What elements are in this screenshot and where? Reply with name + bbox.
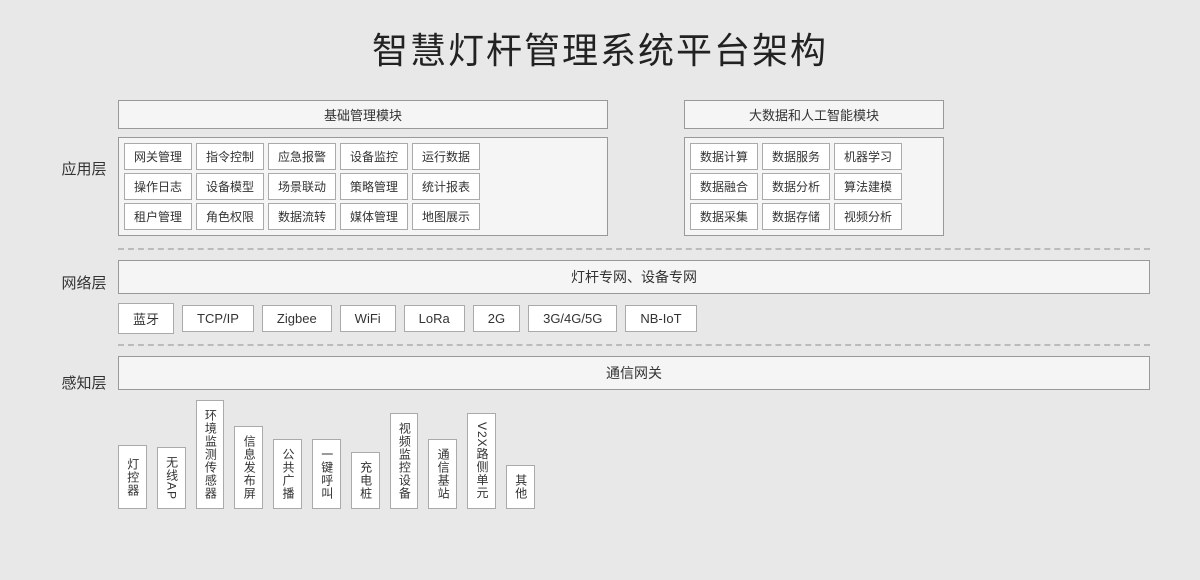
cell-media-mgmt: 媒体管理: [340, 203, 408, 230]
cell-ml: 机器学习: [834, 143, 902, 170]
app-modules-container: 网关管理 指令控制 应急报警 设备监控 运行数据 操作日志 设备模型 场景联动 …: [118, 137, 1150, 236]
cell-run-data: 运行数据: [412, 143, 480, 170]
application-layer-label: 应用层: [50, 158, 118, 179]
cell-stat-report: 统计报表: [412, 173, 480, 200]
application-layer-content: 基础管理模块 大数据和人工智能模块 网关管理 指令控制 应急报警 设备监控 运行…: [118, 100, 1150, 236]
cell-data-calc: 数据计算: [690, 143, 758, 170]
perception-v2x: V2X路侧单元: [467, 413, 496, 509]
protocol-bluetooth: 蓝牙: [118, 303, 174, 334]
cell-data-service: 数据服务: [762, 143, 830, 170]
cell-data-analysis: 数据分析: [762, 173, 830, 200]
cell-device-model: 设备模型: [196, 173, 264, 200]
protocol-zigbee: Zigbee: [262, 305, 332, 332]
cell-role-perm: 角色权限: [196, 203, 264, 230]
separator-app-network: [118, 248, 1150, 250]
perception-lamp-ctrl: 灯控器: [118, 445, 147, 509]
network-layer-row: 网络层 灯杆专网、设备专网 蓝牙 TCP/IP Zigbee WiFi LoRa…: [50, 254, 1150, 340]
perception-other: 其他: [506, 465, 535, 509]
cell-data-storage: 数据存储: [762, 203, 830, 230]
cell-data-flow: 数据流转: [268, 203, 336, 230]
protocol-345g: 3G/4G/5G: [528, 305, 617, 332]
perception-video-ctrl: 视频监控设备: [390, 413, 419, 509]
perception-env-sensor: 环境监测传感器: [196, 400, 225, 509]
perception-wireless-ap: 无线AP: [157, 447, 186, 509]
perception-broadcast: 公共广播: [273, 439, 302, 509]
network-layer-label: 网络层: [50, 260, 118, 293]
cell-cmd-ctrl: 指令控制: [196, 143, 264, 170]
perception-layer-content: 通信网关 灯控器 无线AP 环境监测传感器 信息发布屏 公共广播 一键呼叫 充电…: [118, 356, 1150, 509]
perception-items-row: 灯控器 无线AP 环境监测传感器 信息发布屏 公共广播 一键呼叫 充电桩 视频监…: [118, 400, 1150, 509]
module-header-row: 基础管理模块 大数据和人工智能模块: [118, 100, 1150, 129]
application-layer-row: 应用层 基础管理模块 大数据和人工智能模块 网关管理 指令控制 应急报警 设备监…: [50, 92, 1150, 244]
page-title: 智慧灯杆管理系统平台架构: [372, 22, 828, 74]
cell-data-collect: 数据采集: [690, 203, 758, 230]
app-group2: 数据计算 数据服务 机器学习 数据融合 数据分析 算法建模 数据采集 数据存储 …: [684, 137, 944, 236]
perception-layer-label: 感知层: [50, 356, 118, 393]
cell-data-fusion: 数据融合: [690, 173, 758, 200]
protocol-nbiot: NB-IoT: [625, 305, 696, 332]
protocol-2g: 2G: [473, 305, 520, 332]
cell-scene-link: 场景联动: [268, 173, 336, 200]
network-layer-content: 灯杆专网、设备专网 蓝牙 TCP/IP Zigbee WiFi LoRa 2G …: [118, 260, 1150, 334]
cell-device-monitor: 设备监控: [340, 143, 408, 170]
perception-comm-station: 通信基站: [428, 439, 457, 509]
protocol-lora: LoRa: [404, 305, 465, 332]
cell-tenant-mgmt: 租户管理: [124, 203, 192, 230]
app-group2-row3: 数据采集 数据存储 视频分析: [690, 203, 938, 230]
perception-gateway-box: 通信网关: [118, 356, 1150, 390]
content-area: 应用层 基础管理模块 大数据和人工智能模块 网关管理 指令控制 应急报警 设备监…: [50, 92, 1150, 515]
perception-sos: 一键呼叫: [312, 439, 341, 509]
app-group2-row1: 数据计算 数据服务 机器学习: [690, 143, 938, 170]
perception-charging: 充电桩: [351, 452, 380, 509]
cell-emergency: 应急报警: [268, 143, 336, 170]
cell-policy-mgmt: 策略管理: [340, 173, 408, 200]
perception-layer-row: 感知层 通信网关 灯控器 无线AP 环境监测传感器 信息发布屏 公共广播 一键呼…: [50, 350, 1150, 515]
group2-header: 大数据和人工智能模块: [684, 100, 944, 129]
protocol-tcpip: TCP/IP: [182, 305, 254, 332]
perception-info-screen: 信息发布屏: [234, 426, 263, 509]
cell-video-analysis: 视频分析: [834, 203, 902, 230]
app-group1-row1: 网关管理 指令控制 应急报警 设备监控 运行数据: [124, 143, 602, 170]
network-protocol-row: 蓝牙 TCP/IP Zigbee WiFi LoRa 2G 3G/4G/5G N…: [118, 303, 1150, 334]
cell-map-display: 地图展示: [412, 203, 480, 230]
app-group1-row2: 操作日志 设备模型 场景联动 策略管理 统计报表: [124, 173, 602, 200]
app-group1-row3: 租户管理 角色权限 数据流转 媒体管理 地图展示: [124, 203, 602, 230]
network-wide-box: 灯杆专网、设备专网: [118, 260, 1150, 294]
cell-algo-model: 算法建模: [834, 173, 902, 200]
cell-op-log: 操作日志: [124, 173, 192, 200]
protocol-wifi: WiFi: [340, 305, 396, 332]
group1-header: 基础管理模块: [118, 100, 608, 129]
cell-gateway-mgmt: 网关管理: [124, 143, 192, 170]
separator-network-perception: [118, 344, 1150, 346]
app-group2-row2: 数据融合 数据分析 算法建模: [690, 173, 938, 200]
app-group1: 网关管理 指令控制 应急报警 设备监控 运行数据 操作日志 设备模型 场景联动 …: [118, 137, 608, 236]
